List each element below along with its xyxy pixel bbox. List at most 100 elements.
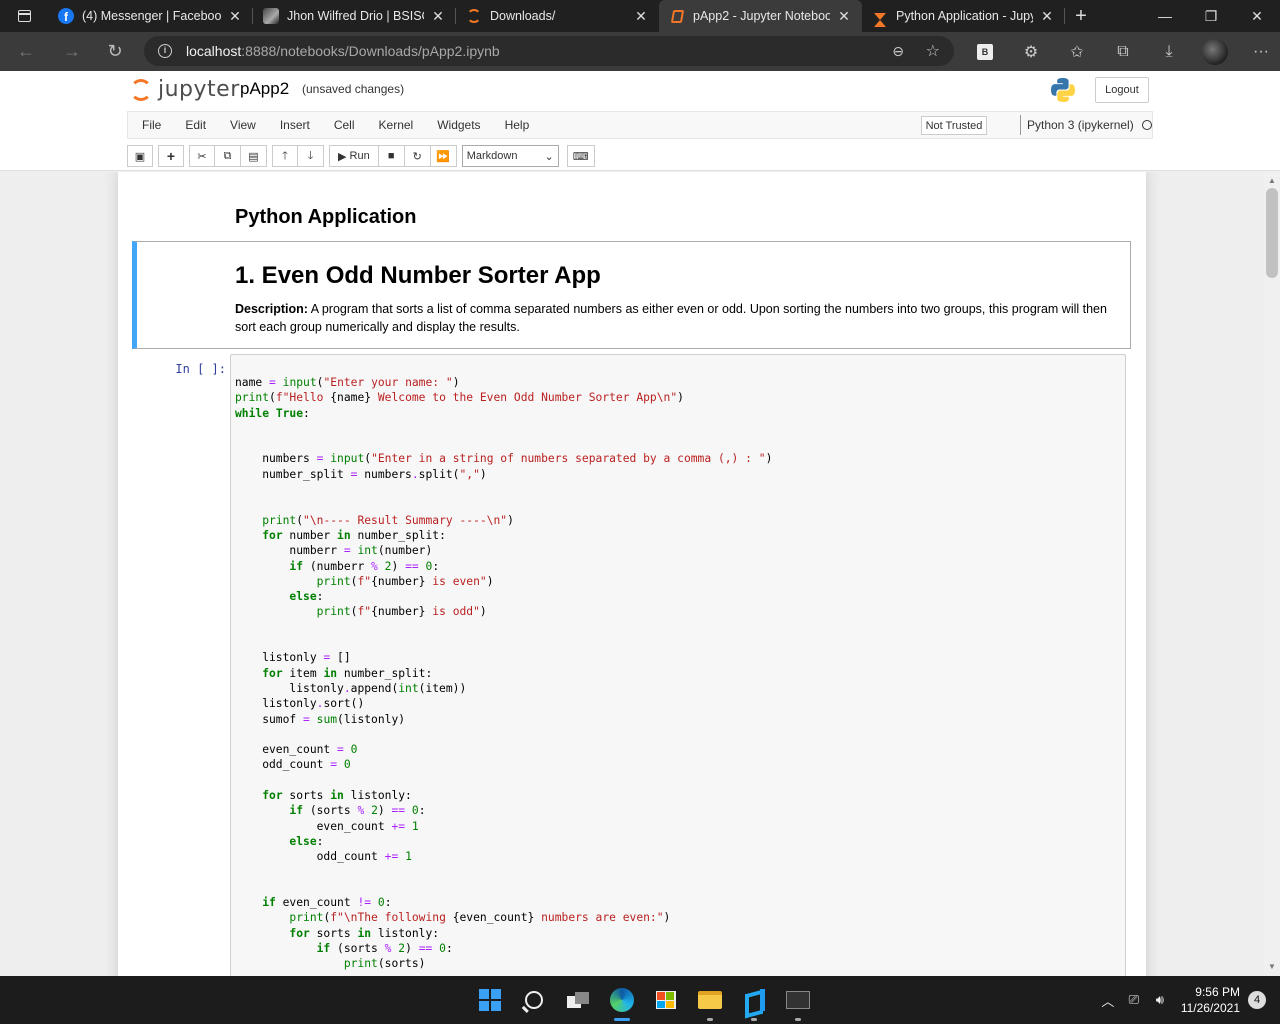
browser-tab-profile[interactable]: Jhon Wilfred Drio | BSISCS ✕: [253, 0, 456, 32]
keyboard-shortcuts-icon[interactable]: ⌨: [566, 145, 595, 167]
minimize-icon[interactable]: —: [1142, 0, 1188, 32]
chevron-up-icon[interactable]: ︿: [1095, 991, 1121, 1010]
tab-title: (4) Messenger | Facebook: [82, 9, 221, 23]
url-path: :8888/notebooks/Downloads/pApp2.ipynb: [241, 43, 500, 59]
settings-more-icon[interactable]: ···: [1238, 32, 1280, 71]
collections-icon[interactable]: ⧉: [1100, 32, 1146, 71]
start-button[interactable]: [468, 976, 512, 1024]
description-paragraph: Description: A program that sorts a list…: [235, 300, 1120, 336]
edge-icon: [610, 988, 634, 1012]
notification-badge[interactable]: 4: [1248, 991, 1266, 1009]
vscode-app[interactable]: [732, 976, 776, 1024]
tab-actions-icon: [17, 10, 31, 22]
jupyter-header: jupyter pApp2 (unsaved changes) Logout F…: [0, 71, 1280, 171]
code-cell[interactable]: In [ ]: name = input("Enter your name: "…: [132, 354, 1131, 976]
tab-title: pApp2 - Jupyter Notebook: [693, 9, 830, 23]
jupyter-logo[interactable]: jupyter: [130, 77, 240, 102]
windows-logo-icon: [479, 989, 501, 1011]
save-icon[interactable]: ▣: [127, 145, 153, 167]
menu-edit[interactable]: Edit: [173, 118, 218, 132]
file-explorer-app[interactable]: [688, 976, 732, 1024]
notebook-name[interactable]: pApp2: [240, 79, 289, 99]
clock-date: 11/26/2021: [1180, 1001, 1240, 1015]
edge-app[interactable]: [600, 976, 644, 1024]
store-app[interactable]: [644, 976, 688, 1024]
restore-icon[interactable]: ❐: [1188, 0, 1234, 32]
scroll-up-icon[interactable]: ▲: [1264, 174, 1280, 188]
windows-taskbar: ︿ ⎚ 🔊︎ 9:56 PM 11/26/2021 4: [0, 976, 1280, 1024]
favorites-icon[interactable]: ✩: [1054, 32, 1100, 71]
restart-run-all-icon[interactable]: ⏩: [430, 145, 457, 167]
scroll-down-icon[interactable]: ▼: [1264, 960, 1280, 974]
copy-icon[interactable]: ⧉: [215, 145, 241, 167]
tab-actions-menu[interactable]: [0, 0, 48, 32]
python-logo-icon: [1051, 78, 1075, 102]
avatar: [1202, 38, 1228, 65]
url-host: localhost: [186, 43, 242, 59]
back-icon[interactable]: ←: [0, 32, 52, 71]
extensions-icon[interactable]: ⚙: [1008, 32, 1054, 71]
browser-tab-papp2[interactable]: pApp2 - Jupyter Notebook ✕: [659, 0, 862, 32]
search-icon: [525, 991, 543, 1009]
site-info-icon[interactable]: i: [158, 44, 172, 58]
chevron-down-icon: ⌄: [544, 150, 554, 163]
facebook-icon: f: [58, 8, 74, 24]
menu-help[interactable]: Help: [493, 118, 542, 132]
terminal-app[interactable]: [776, 976, 820, 1024]
interrupt-icon[interactable]: ■: [378, 145, 405, 167]
move-up-icon[interactable]: 🡑: [272, 145, 298, 167]
run-icon: ▶: [338, 150, 350, 163]
cut-icon[interactable]: ✂: [189, 145, 215, 167]
kernel-indicator[interactable]: Python 3 (ipykernel): [1020, 115, 1152, 135]
zoom-icon[interactable]: ⊖: [892, 43, 904, 60]
code-editor[interactable]: name = input("Enter your name: ") print(…: [230, 354, 1126, 976]
close-tab-icon[interactable]: ✕: [227, 8, 243, 25]
task-view-button[interactable]: [556, 976, 600, 1024]
menu-cell[interactable]: Cell: [322, 118, 367, 132]
restart-icon[interactable]: ↻: [404, 145, 431, 167]
scrollbar-thumb[interactable]: [1266, 188, 1278, 278]
page-scrollbar[interactable]: [1264, 172, 1280, 976]
not-trusted-button[interactable]: Not Trusted: [921, 116, 987, 135]
store-icon: [656, 991, 676, 1009]
move-down-icon[interactable]: 🡓: [298, 145, 324, 167]
paste-icon[interactable]: ▤: [241, 145, 267, 167]
browser-tab-python-application[interactable]: Python Application - Jupyter ✕: [862, 0, 1065, 32]
close-tab-icon[interactable]: ✕: [1039, 8, 1055, 25]
volume-icon[interactable]: 🔊︎: [1147, 992, 1173, 1008]
run-button[interactable]: ▶ Run: [329, 145, 379, 167]
forward-icon[interactable]: →: [52, 32, 92, 71]
close-window-icon[interactable]: ✕: [1234, 0, 1280, 32]
browser-tab-messenger[interactable]: f (4) Messenger | Facebook ✕: [48, 0, 253, 32]
logout-button[interactable]: Logout: [1095, 77, 1149, 103]
cell-type-value: Markdown: [466, 150, 518, 162]
close-tab-icon[interactable]: ✕: [430, 8, 446, 25]
close-tab-icon[interactable]: ✕: [633, 8, 649, 25]
add-favorite-icon[interactable]: ☆: [926, 41, 940, 61]
url-input[interactable]: i localhost:8888/notebooks/Downloads/pAp…: [144, 36, 954, 66]
folder-icon: [698, 991, 722, 1009]
run-label: Run: [349, 150, 370, 162]
clock[interactable]: 9:56 PM 11/26/2021: [1181, 984, 1240, 1016]
input-prompt: In [ ]:: [175, 362, 226, 376]
menu-kernel[interactable]: Kernel: [367, 118, 426, 132]
profile-button[interactable]: [1192, 32, 1238, 71]
markdown-cell-selected[interactable]: 1. Even Odd Number Sorter App Descriptio…: [132, 241, 1131, 349]
close-tab-icon[interactable]: ✕: [836, 8, 852, 25]
refresh-icon[interactable]: ↻: [92, 32, 138, 71]
network-icon[interactable]: ⎚: [1121, 992, 1147, 1008]
cell-type-select[interactable]: Markdown ⌄: [461, 145, 559, 167]
search-button[interactable]: [512, 976, 556, 1024]
downloads-icon[interactable]: ⤓: [1146, 32, 1192, 71]
browser-tab-downloads[interactable]: Downloads/ ✕: [456, 0, 659, 32]
taskbar-apps: [468, 976, 820, 1024]
new-tab-button[interactable]: +: [1065, 0, 1097, 32]
insert-cell-icon[interactable]: +: [158, 145, 184, 167]
menu-widgets[interactable]: Widgets: [425, 118, 492, 132]
extension-b-icon: B: [977, 43, 993, 60]
menu-insert[interactable]: Insert: [268, 118, 322, 132]
menu-file[interactable]: File: [128, 118, 173, 132]
description-text: A program that sorts a list of comma sep…: [235, 302, 1107, 334]
menu-view[interactable]: View: [218, 118, 268, 132]
extension-b-button[interactable]: B: [962, 32, 1008, 71]
